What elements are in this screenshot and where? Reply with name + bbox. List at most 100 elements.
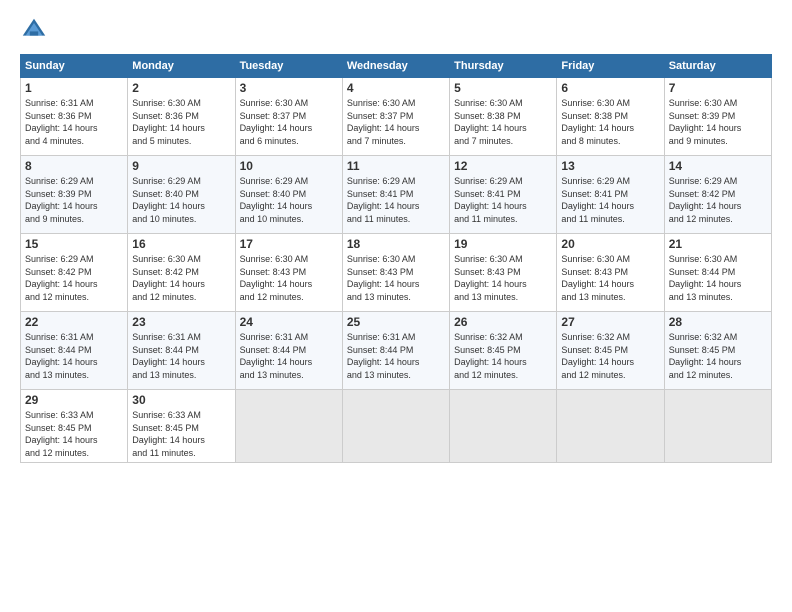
- day-number: 3: [240, 81, 338, 95]
- day-info: Sunrise: 6:31 AM Sunset: 8:44 PM Dayligh…: [25, 331, 123, 381]
- day-info: Sunrise: 6:30 AM Sunset: 8:37 PM Dayligh…: [240, 97, 338, 147]
- day-info: Sunrise: 6:29 AM Sunset: 8:42 PM Dayligh…: [669, 175, 767, 225]
- day-info: Sunrise: 6:29 AM Sunset: 8:42 PM Dayligh…: [25, 253, 123, 303]
- day-info: Sunrise: 6:32 AM Sunset: 8:45 PM Dayligh…: [561, 331, 659, 381]
- day-number: 13: [561, 159, 659, 173]
- day-number: 5: [454, 81, 552, 95]
- calendar-cell: 9 Sunrise: 6:29 AM Sunset: 8:40 PM Daylig…: [128, 156, 235, 234]
- day-number: 14: [669, 159, 767, 173]
- day-number: 12: [454, 159, 552, 173]
- calendar-cell: [450, 390, 557, 463]
- header-day-friday: Friday: [557, 55, 664, 78]
- day-number: 15: [25, 237, 123, 251]
- day-info: Sunrise: 6:30 AM Sunset: 8:38 PM Dayligh…: [561, 97, 659, 147]
- calendar-cell: 20 Sunrise: 6:30 AM Sunset: 8:43 PM Dayli…: [557, 234, 664, 312]
- calendar-cell: 28 Sunrise: 6:32 AM Sunset: 8:45 PM Dayli…: [664, 312, 771, 390]
- day-number: 9: [132, 159, 230, 173]
- day-info: Sunrise: 6:29 AM Sunset: 8:41 PM Dayligh…: [454, 175, 552, 225]
- header-row: SundayMondayTuesdayWednesdayThursdayFrid…: [21, 55, 772, 78]
- day-info: Sunrise: 6:31 AM Sunset: 8:44 PM Dayligh…: [347, 331, 445, 381]
- day-number: 1: [25, 81, 123, 95]
- week-row-5: 29 Sunrise: 6:33 AM Sunset: 8:45 PM Dayli…: [21, 390, 772, 463]
- day-number: 10: [240, 159, 338, 173]
- day-number: 17: [240, 237, 338, 251]
- day-number: 6: [561, 81, 659, 95]
- day-info: Sunrise: 6:30 AM Sunset: 8:43 PM Dayligh…: [240, 253, 338, 303]
- calendar-cell: 10 Sunrise: 6:29 AM Sunset: 8:40 PM Dayli…: [235, 156, 342, 234]
- calendar-cell: [557, 390, 664, 463]
- day-info: Sunrise: 6:30 AM Sunset: 8:43 PM Dayligh…: [347, 253, 445, 303]
- day-info: Sunrise: 6:29 AM Sunset: 8:41 PM Dayligh…: [347, 175, 445, 225]
- calendar-cell: 29 Sunrise: 6:33 AM Sunset: 8:45 PM Dayli…: [21, 390, 128, 463]
- calendar-cell: 22Sunrise: 6:31 AM Sunset: 8:44 PM Dayli…: [21, 312, 128, 390]
- day-number: 21: [669, 237, 767, 251]
- day-info: Sunrise: 6:33 AM Sunset: 8:45 PM Dayligh…: [25, 409, 123, 459]
- calendar-cell: 23 Sunrise: 6:31 AM Sunset: 8:44 PM Dayli…: [128, 312, 235, 390]
- week-row-2: 8 Sunrise: 6:29 AM Sunset: 8:39 PM Daylig…: [21, 156, 772, 234]
- calendar-cell: 12 Sunrise: 6:29 AM Sunset: 8:41 PM Dayli…: [450, 156, 557, 234]
- calendar-cell: [342, 390, 449, 463]
- day-number: 18: [347, 237, 445, 251]
- day-number: 24: [240, 315, 338, 329]
- week-row-1: 1 Sunrise: 6:31 AM Sunset: 8:36 PM Daylig…: [21, 78, 772, 156]
- day-info: Sunrise: 6:30 AM Sunset: 8:43 PM Dayligh…: [561, 253, 659, 303]
- calendar-cell: 27 Sunrise: 6:32 AM Sunset: 8:45 PM Dayli…: [557, 312, 664, 390]
- day-info: Sunrise: 6:30 AM Sunset: 8:37 PM Dayligh…: [347, 97, 445, 147]
- week-row-3: 15 Sunrise: 6:29 AM Sunset: 8:42 PM Dayli…: [21, 234, 772, 312]
- header-day-monday: Monday: [128, 55, 235, 78]
- calendar-cell: 26 Sunrise: 6:32 AM Sunset: 8:45 PM Dayli…: [450, 312, 557, 390]
- day-number: 23: [132, 315, 230, 329]
- day-number: 2: [132, 81, 230, 95]
- header-day-tuesday: Tuesday: [235, 55, 342, 78]
- day-info: Sunrise: 6:29 AM Sunset: 8:40 PM Dayligh…: [240, 175, 338, 225]
- day-info: Sunrise: 6:30 AM Sunset: 8:42 PM Dayligh…: [132, 253, 230, 303]
- calendar-cell: 18 Sunrise: 6:30 AM Sunset: 8:43 PM Dayli…: [342, 234, 449, 312]
- day-info: Sunrise: 6:29 AM Sunset: 8:41 PM Dayligh…: [561, 175, 659, 225]
- day-info: Sunrise: 6:30 AM Sunset: 8:43 PM Dayligh…: [454, 253, 552, 303]
- calendar-cell: 2 Sunrise: 6:30 AM Sunset: 8:36 PM Daylig…: [128, 78, 235, 156]
- header-day-thursday: Thursday: [450, 55, 557, 78]
- day-info: Sunrise: 6:29 AM Sunset: 8:39 PM Dayligh…: [25, 175, 123, 225]
- calendar-cell: [664, 390, 771, 463]
- day-number: 11: [347, 159, 445, 173]
- day-number: 4: [347, 81, 445, 95]
- day-number: 16: [132, 237, 230, 251]
- day-number: 20: [561, 237, 659, 251]
- calendar-cell: 25 Sunrise: 6:31 AM Sunset: 8:44 PM Dayli…: [342, 312, 449, 390]
- page: SundayMondayTuesdayWednesdayThursdayFrid…: [0, 0, 792, 612]
- calendar-cell: 4 Sunrise: 6:30 AM Sunset: 8:37 PM Daylig…: [342, 78, 449, 156]
- day-number: 25: [347, 315, 445, 329]
- day-info: Sunrise: 6:32 AM Sunset: 8:45 PM Dayligh…: [669, 331, 767, 381]
- calendar-table: SundayMondayTuesdayWednesdayThursdayFrid…: [20, 54, 772, 463]
- week-row-4: 22Sunrise: 6:31 AM Sunset: 8:44 PM Dayli…: [21, 312, 772, 390]
- calendar-cell: 21 Sunrise: 6:30 AM Sunset: 8:44 PM Dayli…: [664, 234, 771, 312]
- calendar-cell: 15 Sunrise: 6:29 AM Sunset: 8:42 PM Dayli…: [21, 234, 128, 312]
- day-number: 28: [669, 315, 767, 329]
- day-number: 29: [25, 393, 123, 407]
- calendar-cell: 16 Sunrise: 6:30 AM Sunset: 8:42 PM Dayli…: [128, 234, 235, 312]
- calendar-cell: 30 Sunrise: 6:33 AM Sunset: 8:45 PM Dayli…: [128, 390, 235, 463]
- day-number: 26: [454, 315, 552, 329]
- calendar-cell: 24 Sunrise: 6:31 AM Sunset: 8:44 PM Dayli…: [235, 312, 342, 390]
- day-number: 19: [454, 237, 552, 251]
- day-info: Sunrise: 6:30 AM Sunset: 8:44 PM Dayligh…: [669, 253, 767, 303]
- day-info: Sunrise: 6:31 AM Sunset: 8:44 PM Dayligh…: [240, 331, 338, 381]
- logo-icon: [20, 16, 48, 44]
- calendar-cell: 7Sunrise: 6:30 AM Sunset: 8:39 PM Daylig…: [664, 78, 771, 156]
- calendar-cell: 8 Sunrise: 6:29 AM Sunset: 8:39 PM Daylig…: [21, 156, 128, 234]
- calendar-cell: 6 Sunrise: 6:30 AM Sunset: 8:38 PM Daylig…: [557, 78, 664, 156]
- day-info: Sunrise: 6:32 AM Sunset: 8:45 PM Dayligh…: [454, 331, 552, 381]
- day-info: Sunrise: 6:33 AM Sunset: 8:45 PM Dayligh…: [132, 409, 230, 459]
- calendar-cell: 11 Sunrise: 6:29 AM Sunset: 8:41 PM Dayli…: [342, 156, 449, 234]
- day-number: 8: [25, 159, 123, 173]
- day-number: 30: [132, 393, 230, 407]
- header-day-sunday: Sunday: [21, 55, 128, 78]
- day-info: Sunrise: 6:30 AM Sunset: 8:36 PM Dayligh…: [132, 97, 230, 147]
- header-day-wednesday: Wednesday: [342, 55, 449, 78]
- calendar-cell: 13 Sunrise: 6:29 AM Sunset: 8:41 PM Dayli…: [557, 156, 664, 234]
- day-info: Sunrise: 6:31 AM Sunset: 8:44 PM Dayligh…: [132, 331, 230, 381]
- calendar-cell: 5Sunrise: 6:30 AM Sunset: 8:38 PM Daylig…: [450, 78, 557, 156]
- day-number: 27: [561, 315, 659, 329]
- day-info: Sunrise: 6:29 AM Sunset: 8:40 PM Dayligh…: [132, 175, 230, 225]
- day-info: Sunrise: 6:31 AM Sunset: 8:36 PM Dayligh…: [25, 97, 123, 147]
